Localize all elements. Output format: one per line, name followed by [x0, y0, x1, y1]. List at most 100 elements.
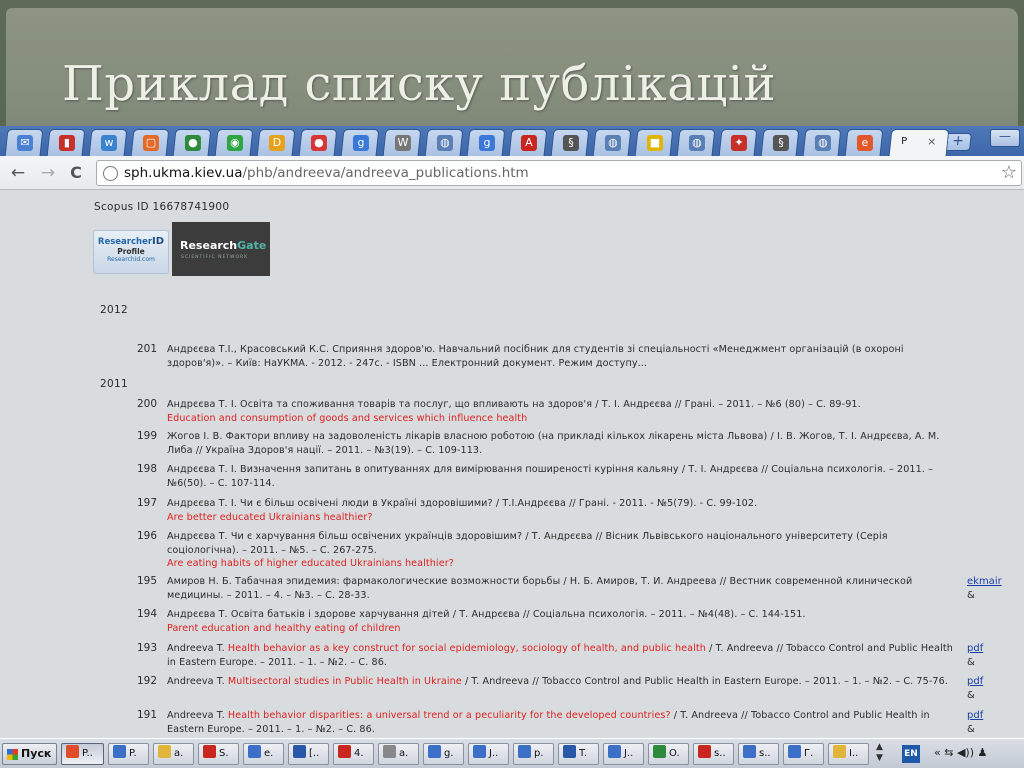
researcherid-id: ID	[152, 236, 165, 247]
dna-icon: §	[772, 135, 789, 151]
browser-tab[interactable]: A	[508, 129, 548, 156]
browser-tab[interactable]: §	[550, 129, 590, 156]
address-bar[interactable]: sph.ukma.kiev.ua/phb/andreeva/andreeva_p…	[96, 160, 1022, 186]
citation-title-link[interactable]: Multisectoral studies in Public Health i…	[228, 676, 462, 687]
citation-author: Andreeva T.	[167, 710, 228, 721]
taskbar-task-button[interactable]: e.	[243, 743, 284, 765]
gmail-icon: ✉	[16, 135, 33, 151]
publication-citation: Андрєєва Т. І. Визначення запитань в опи…	[167, 463, 962, 490]
taskbar-task-button[interactable]: 4.	[333, 743, 374, 765]
browser-tab[interactable]: ●	[172, 129, 212, 156]
url-text[interactable]: sph.ukma.kiev.ua/phb/andreeva/andreeva_p…	[124, 165, 529, 181]
browser-tab[interactable]: ◉	[214, 129, 254, 156]
researcherid-badge[interactable]: ResearcherID Profile Researchid.com	[93, 230, 169, 274]
browser-tab[interactable]: g	[466, 129, 506, 156]
researchgate-badge[interactable]: ResearchGate SCIENTIFIC NETWORK	[172, 222, 270, 276]
browser-tab[interactable]: ◍	[802, 129, 842, 156]
taskbar-task-button[interactable]: I..	[828, 743, 869, 765]
page-content: Scopus ID 16678741900 ResearcherID Profi…	[0, 190, 1024, 738]
task-app-icon	[833, 745, 846, 758]
task-label: O.	[669, 748, 680, 759]
pdf-link[interactable]: pdf	[967, 709, 983, 723]
english-title-link[interactable]: Are eating habits of higher educated Ukr…	[167, 557, 962, 571]
link-separator: &	[967, 689, 975, 701]
publication-number: 200	[137, 398, 158, 410]
browser-tab[interactable]: e	[844, 129, 884, 156]
forward-button[interactable]: →	[38, 163, 58, 183]
task-label: 4.	[354, 748, 364, 759]
browser-tab[interactable]: D	[256, 129, 296, 156]
publication-citation: Андрєєва Т. Чи є харчування більш освіче…	[167, 530, 962, 571]
browser-tab[interactable]: ●	[298, 129, 338, 156]
active-tab[interactable]: P ×	[888, 129, 950, 156]
tab-close-icon[interactable]: ×	[927, 135, 936, 148]
reload-button[interactable]: C	[66, 163, 86, 183]
wiki-icon: w	[100, 135, 117, 151]
language-indicator[interactable]: EN	[902, 745, 920, 763]
task-app-icon	[653, 745, 666, 758]
browser-tab[interactable]: ✦	[718, 129, 758, 156]
publication-number: 191	[137, 709, 158, 721]
english-title-link[interactable]: Parent education and healthy eating of c…	[167, 622, 962, 636]
browser-tab[interactable]: ✉	[4, 129, 44, 156]
system-tray[interactable]: « ⇆ ◀)) ♟	[934, 746, 987, 759]
browser-tab[interactable]: ▮	[46, 129, 86, 156]
taskbar-task-button[interactable]: a.	[153, 743, 194, 765]
browser-tab[interactable]: §	[760, 129, 800, 156]
browser-tab[interactable]: ◍	[424, 129, 464, 156]
taskbar-task-button[interactable]: a.	[378, 743, 419, 765]
task-label: J..	[489, 748, 499, 759]
browser-tab[interactable]: ▢	[130, 129, 170, 156]
browser-tab[interactable]: ◍	[592, 129, 632, 156]
taskbar-task-button[interactable]: J..	[468, 743, 509, 765]
yellow-icon: ■	[646, 135, 663, 151]
researcherid-title: ResearcherID	[94, 236, 168, 247]
citation-title-link[interactable]: Health behavior disparities: a universal…	[228, 710, 671, 721]
dna-icon: §	[562, 135, 579, 151]
taskbar-task-button[interactable]: s..	[693, 743, 734, 765]
taskbar-task-button[interactable]: p.	[513, 743, 554, 765]
pdf-link[interactable]: pdf	[967, 642, 983, 656]
active-tab-label: P	[901, 136, 908, 147]
task-label: S.	[219, 748, 229, 759]
globe-icon: ◍	[604, 135, 621, 151]
taskbar-task-button[interactable]: [..	[288, 743, 329, 765]
citation-author: Andreeva T.	[167, 643, 228, 654]
taskbar-task-button[interactable]: O.	[648, 743, 689, 765]
browser-tab[interactable]: ■	[634, 129, 674, 156]
taskbar-scroll-arrows[interactable]: ▲ ▼	[876, 742, 883, 764]
globe-icon: ◍	[688, 135, 705, 151]
taskbar-task-button[interactable]: P..	[61, 743, 104, 765]
minimize-button[interactable]: —	[990, 129, 1020, 147]
taskbar-task-button[interactable]: s..	[738, 743, 779, 765]
pdf-link[interactable]: pdf	[967, 675, 983, 689]
taskbar-task-button[interactable]: g.	[423, 743, 464, 765]
taskbar-task-button[interactable]: J..	[603, 743, 644, 765]
bookmark-star-icon[interactable]: ☆	[1001, 162, 1017, 183]
task-app-icon	[383, 745, 396, 758]
browser-tab[interactable]: w	[88, 129, 128, 156]
taskbar-task-button[interactable]: T.	[558, 743, 599, 765]
ekmair-link[interactable]: ekmair	[967, 575, 1002, 589]
browser-tab[interactable]: W	[382, 129, 422, 156]
english-title-link[interactable]: Education and consumption of goods and s…	[167, 412, 962, 426]
publication-citation: Andreeva T. Health behavior as a key con…	[167, 642, 962, 669]
english-title-link[interactable]: Are better educated Ukrainians healthier…	[167, 511, 962, 525]
back-button[interactable]: ←	[8, 163, 28, 183]
task-label: P.	[129, 748, 137, 759]
publication-links: pdf &	[967, 709, 983, 736]
chrome-icon: ◉	[226, 135, 243, 151]
publication-number: 192	[137, 675, 158, 687]
taskbar-task-button[interactable]: S.	[198, 743, 239, 765]
start-button[interactable]: Пуск	[2, 743, 57, 765]
task-label: a.	[174, 748, 184, 759]
publication-citation: Андрєєва Т. І. Чи є більш освічені люди …	[167, 497, 962, 524]
browser-tab[interactable]: g	[340, 129, 380, 156]
citation-title-link[interactable]: Health behavior as a key construct for s…	[228, 643, 706, 654]
page-info-icon[interactable]	[103, 166, 118, 181]
taskbar-task-button[interactable]: Г.	[783, 743, 824, 765]
globe-icon: ◍	[814, 135, 831, 151]
link-separator: &	[967, 656, 975, 668]
taskbar-task-button[interactable]: P.	[108, 743, 149, 765]
browser-tab[interactable]: ◍	[676, 129, 716, 156]
